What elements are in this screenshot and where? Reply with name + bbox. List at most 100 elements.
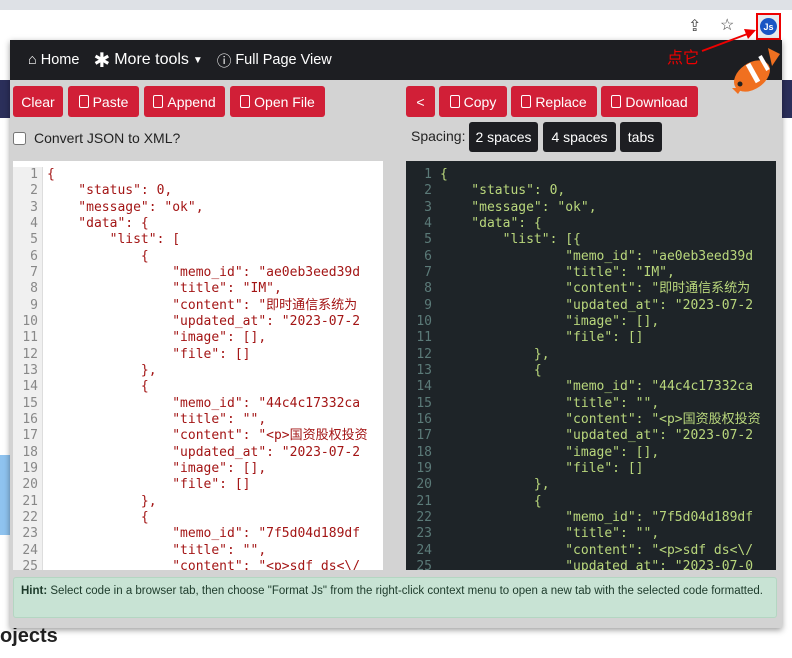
code-text: "title": "",: [440, 526, 660, 542]
open-file-button[interactable]: Open File: [230, 86, 325, 117]
line-number: 6: [13, 248, 43, 265]
line-number: 23: [416, 526, 432, 542]
line-number: 22: [416, 509, 432, 525]
code-line: 14 {: [13, 379, 383, 396]
code-line: 9 "updated_at": "2023-07-2: [406, 298, 776, 314]
code-line: 3 "message": "ok",: [406, 200, 776, 216]
line-number: 13: [13, 362, 43, 380]
code-text: "file": []: [47, 477, 251, 493]
line-number: 2: [13, 183, 43, 200]
paste-button[interactable]: Paste: [68, 86, 139, 117]
spacing-label: Spacing:: [411, 128, 466, 144]
code-line: 16 "title": "",: [13, 411, 383, 429]
page-heading: ojects: [0, 625, 58, 647]
line-number: 19: [13, 460, 43, 478]
spacing-4-spaces-button[interactable]: 4 spaces: [543, 122, 616, 152]
output-editor[interactable]: 1{2 "status": 0, 3 "message": "ok", 4 "dat…: [406, 161, 776, 570]
convert-xml-option[interactable]: Convert JSON to XML?: [13, 130, 180, 146]
code-text: "file": []: [440, 330, 644, 346]
clipboard-icon: [78, 95, 89, 108]
nav-home[interactable]: ⌂ Home: [28, 52, 79, 68]
line-number: 5: [424, 232, 432, 248]
code-line: 4 "data": {: [406, 216, 776, 232]
line-number: 13: [416, 362, 432, 378]
line-number: 20: [13, 477, 43, 494]
code-text: "list": [{: [440, 232, 581, 248]
line-number: 25: [416, 558, 432, 570]
code-line: 15 "title": "",: [406, 396, 776, 412]
code-line: 12 "file": []: [13, 346, 383, 363]
code-text: {: [440, 362, 542, 378]
nav-more-tools[interactable]: ✱ More tools ▼: [93, 48, 202, 73]
code-text: "updated_at": "2023-07-2: [47, 313, 361, 329]
code-text: "status": 0,: [47, 183, 173, 199]
code-text: "memo_id": "ae0eb3eed39d: [440, 248, 754, 264]
page-list-highlight: [0, 455, 10, 535]
code-text: "title": "",: [47, 411, 267, 427]
clear-button[interactable]: Clear: [13, 86, 63, 117]
code-text: "content": "<p>国资股权投资: [47, 428, 368, 444]
input-editor[interactable]: 1{2 "status": 0, 3 "message": "ok", 4 "dat…: [13, 161, 383, 570]
code-line: 17 "updated_at": "2023-07-2: [406, 428, 776, 444]
code-line: 2 "status": 0,: [406, 183, 776, 199]
code-text: "content": "<p>sdf ds<\/: [440, 542, 754, 558]
code-line: 8 "title": "IM",: [13, 281, 383, 298]
page-nav-band: [0, 80, 10, 118]
append-button[interactable]: Append: [144, 86, 225, 117]
code-text: "status": 0,: [440, 183, 566, 199]
code-text: "file": []: [440, 460, 644, 476]
download-button[interactable]: Download: [601, 86, 698, 117]
nav-full-page-view[interactable]: ⓘ Full Page View: [217, 50, 332, 71]
code-text: "data": {: [440, 215, 542, 231]
line-number: 18: [416, 444, 432, 460]
line-number: 23: [13, 526, 43, 543]
asterisk-icon: ✱: [93, 49, 111, 72]
code-text: "content": "<p>sdf ds<\/: [47, 558, 361, 570]
line-number: 11: [416, 330, 432, 346]
line-number: 14: [13, 379, 43, 396]
line-number: 6: [424, 248, 432, 264]
code-line: 21 {: [406, 494, 776, 510]
code-line: 25 "content": "<p>sdf ds<\/: [13, 558, 383, 570]
convert-xml-checkbox[interactable]: [13, 131, 26, 145]
file-download-icon: [611, 95, 622, 108]
replace-button[interactable]: Replace: [511, 86, 597, 117]
code-line: 12 },: [406, 347, 776, 363]
line-number: 9: [13, 297, 43, 314]
code-line: 4 "data": {: [13, 215, 383, 233]
code-text: {: [47, 167, 55, 182]
code-line: 1{: [13, 167, 383, 184]
line-number: 24: [13, 542, 43, 559]
code-line: 7 "memo_id": "ae0eb3eed39d: [13, 264, 383, 282]
code-text: {: [47, 248, 149, 264]
copy-button[interactable]: Copy: [439, 86, 507, 117]
code-text: "title": "IM",: [440, 264, 675, 280]
line-number: 18: [13, 444, 43, 461]
code-line: 2 "status": 0,: [13, 183, 383, 200]
line-number: 4: [13, 215, 43, 233]
line-number: 21: [416, 493, 432, 509]
line-number: 10: [416, 313, 432, 329]
line-number: 9: [424, 297, 432, 313]
code-line: 19 "image": [],: [13, 460, 383, 478]
code-line: 1{: [406, 167, 776, 183]
code-line: 25 "updated_at": "2023-07-0: [406, 559, 776, 570]
collapse-button[interactable]: <: [406, 86, 435, 117]
line-number: 14: [416, 379, 432, 395]
spacing-2-spaces-button[interactable]: 2 spaces: [469, 122, 538, 152]
js-icon: Js: [760, 18, 777, 35]
spacing-tabs-button[interactable]: tabs: [620, 122, 662, 152]
code-line: 17 "content": "<p>国资股权投资: [13, 428, 383, 445]
line-number: 7: [13, 264, 43, 282]
caret-down-icon: ▼: [192, 54, 203, 66]
code-line: 23 "memo_id": "7f5d04d189df: [13, 526, 383, 543]
file-code-icon: [240, 95, 251, 108]
code-text: },: [440, 477, 550, 493]
code-line: 8 "content": "即时通信系统为: [406, 281, 776, 297]
line-number: 11: [13, 330, 43, 347]
code-line: 19 "file": []: [406, 461, 776, 477]
clipboard-chart-icon: [521, 95, 532, 108]
code-text: "list": [: [47, 232, 181, 248]
code-line: 10 "image": [],: [406, 314, 776, 330]
code-text: "updated_at": "2023-07-2: [440, 428, 754, 444]
